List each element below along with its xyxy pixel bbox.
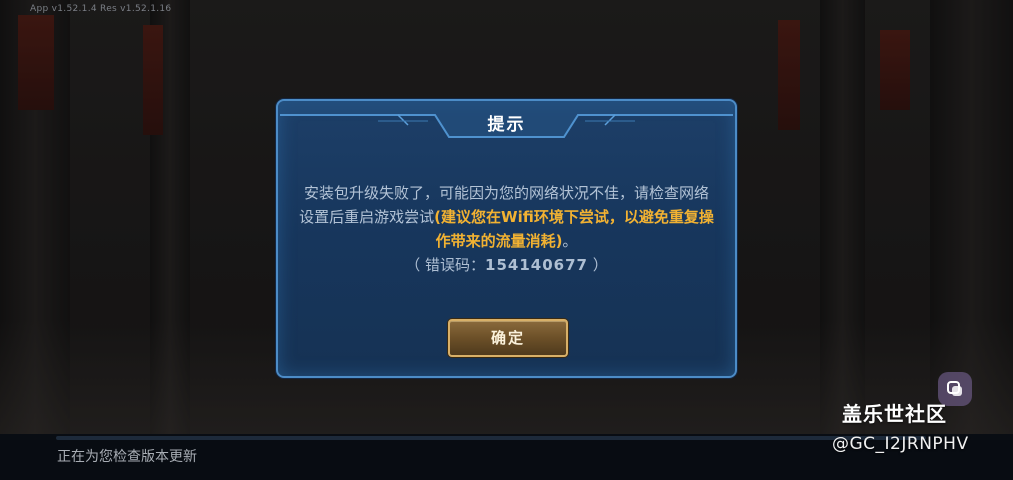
error-label: （ 错误码：: [405, 256, 486, 274]
progress-track: [56, 436, 926, 440]
error-close: ）: [587, 256, 608, 274]
error-line: （ 错误码：154140677 ）: [298, 253, 715, 277]
loading-status: 正在为您检查版本更新: [57, 449, 197, 465]
version-label: App v1.52.1.4 Res v1.52.1.16: [30, 4, 172, 14]
confirm-button[interactable]: 确定: [448, 319, 568, 357]
message-end: 。: [562, 232, 578, 250]
error-code: 154140677: [485, 256, 588, 274]
watermark-user: @GC_I2JRNPHV: [832, 434, 969, 454]
error-dialog: 提示 安装包升级失败了，可能因为您的网络状况不佳，请检查网络设置后重启游戏尝试(…: [276, 99, 737, 378]
dialog-header: 提示: [278, 101, 735, 141]
watermark-community: 盖乐世社区: [842, 402, 947, 426]
dialog-title: 提示: [487, 115, 526, 135]
dialog-message: 安装包升级失败了，可能因为您的网络状况不佳，请检查网络设置后重启游戏尝试(建议您…: [298, 181, 715, 277]
